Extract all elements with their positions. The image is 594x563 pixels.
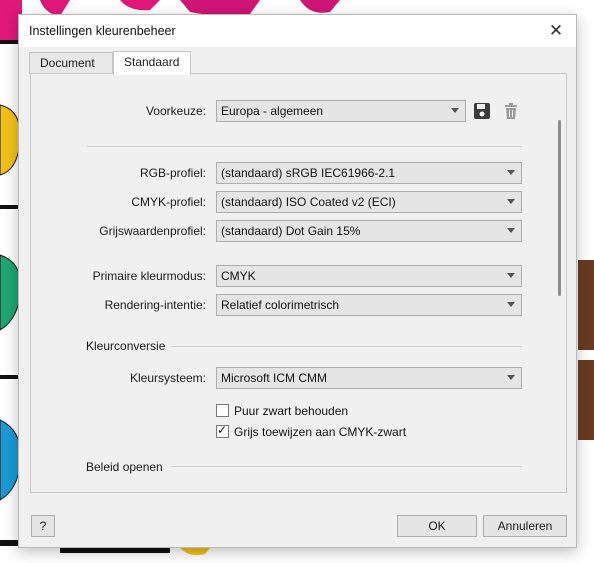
background-art-right <box>578 260 594 440</box>
checkbox-box <box>216 404 229 417</box>
tab-panel-standaard: Voorkeuze: Europa - algemeen RGB-profiel… <box>30 73 567 493</box>
divider <box>171 466 522 467</box>
chevron-down-icon <box>507 228 515 233</box>
rendering-intent-label: Rendering-intentie: <box>104 298 206 312</box>
color-mode-value: CMYK <box>221 269 256 283</box>
grayscale-profile-label: Grijswaardenprofiel: <box>99 224 206 238</box>
rgb-profile-select[interactable]: (standaard) sRGB IEC61966-2.1 <box>216 162 522 184</box>
preset-value: Europa - algemeen <box>221 104 324 118</box>
grayscale-profile-select[interactable]: (standaard) Dot Gain 15% <box>216 220 522 242</box>
color-management-dialog: Instellingen kleurenbeheer ✕ Document St… <box>18 14 577 548</box>
trash-icon[interactable] <box>502 102 520 120</box>
chevron-down-icon <box>451 108 459 113</box>
section-heading-conversion: Kleurconversie <box>86 339 166 353</box>
rendering-intent-select[interactable]: Relatief colorimetrisch <box>216 294 522 316</box>
rgb-profile-value: (standaard) sRGB IEC61966-2.1 <box>221 166 396 180</box>
chevron-down-icon <box>507 199 515 204</box>
title-bar: Instellingen kleurenbeheer ✕ <box>19 15 576 47</box>
color-system-value: Microsoft ICM CMM <box>221 371 327 385</box>
preset-label: Voorkeuze: <box>145 104 206 118</box>
checkmark-icon <box>216 423 229 438</box>
color-mode-select[interactable]: CMYK <box>216 265 522 287</box>
rgb-profile-label: RGB-profiel: <box>139 166 206 180</box>
divider <box>87 146 522 147</box>
save-icon[interactable] <box>473 102 491 120</box>
gray-to-cmyk-black-label: Grijs toewijzen aan CMYK-zwart <box>234 425 407 439</box>
chevron-down-icon <box>507 170 515 175</box>
help-button[interactable]: ? <box>31 515 55 537</box>
cancel-button[interactable]: Annuleren <box>483 515 567 537</box>
color-mode-label: Primaire kleurmodus: <box>92 269 206 283</box>
color-system-select[interactable]: Microsoft ICM CMM <box>216 367 522 389</box>
divider <box>171 346 522 347</box>
tab-document[interactable]: Document <box>29 52 113 74</box>
chevron-down-icon <box>507 273 515 278</box>
close-icon[interactable]: ✕ <box>544 19 568 43</box>
tab-standaard[interactable]: Standaard <box>113 51 191 75</box>
color-system-label: Kleursysteem: <box>129 371 206 385</box>
gray-to-cmyk-black-checkbox[interactable]: Grijs toewijzen aan CMYK-zwart <box>216 423 407 439</box>
chevron-down-icon <box>507 302 515 307</box>
preset-select[interactable]: Europa - algemeen <box>216 100 466 122</box>
cmyk-profile-select[interactable]: (standaard) ISO Coated v2 (ECI) <box>216 191 522 213</box>
cmyk-profile-label: CMYK-profiel: <box>131 195 206 209</box>
grayscale-profile-value: (standaard) Dot Gain 15% <box>221 224 361 238</box>
rendering-intent-value: Relatief colorimetrisch <box>221 298 340 312</box>
chevron-down-icon <box>507 375 515 380</box>
keep-pure-black-checkbox[interactable]: Puur zwart behouden <box>216 404 348 418</box>
vertical-scrollbar[interactable] <box>558 120 561 296</box>
ok-button[interactable]: OK <box>397 515 477 537</box>
cmyk-profile-value: (standaard) ISO Coated v2 (ECI) <box>221 195 396 209</box>
background-art-bottom <box>60 548 210 556</box>
dialog-title: Instellingen kleurenbeheer <box>29 24 176 38</box>
keep-pure-black-label: Puur zwart behouden <box>234 404 349 418</box>
section-heading-open-policy: Beleid openen <box>86 460 163 474</box>
